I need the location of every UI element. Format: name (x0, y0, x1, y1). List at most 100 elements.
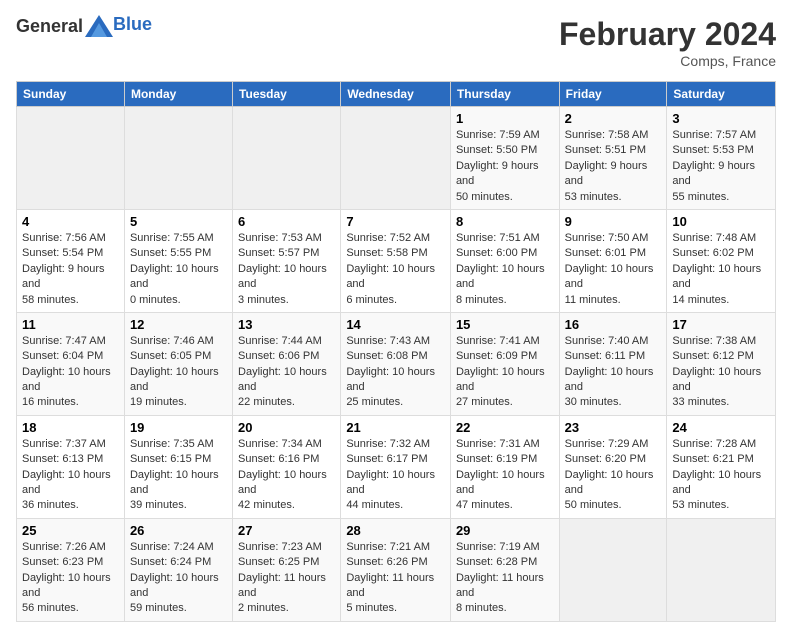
day-number: 13 (238, 317, 335, 332)
day-info: Sunrise: 7:32 AMSunset: 6:17 PMDaylight:… (346, 437, 445, 514)
day-info: Sunrise: 7:46 AMSunset: 6:05 PMDaylight:… (130, 334, 227, 411)
calendar-cell (341, 107, 451, 210)
day-info: Sunrise: 7:52 AMSunset: 5:58 PMDaylight:… (346, 231, 445, 308)
page-subtitle: Comps, France (559, 53, 776, 69)
day-info: Sunrise: 7:19 AMSunset: 6:28 PMDaylight:… (456, 540, 554, 617)
day-info: Sunrise: 7:55 AMSunset: 5:55 PMDaylight:… (130, 231, 227, 308)
day-info: Sunrise: 7:43 AMSunset: 6:08 PMDaylight:… (346, 334, 445, 411)
calendar-week-2: 4Sunrise: 7:56 AMSunset: 5:54 PMDaylight… (17, 209, 776, 312)
day-number: 3 (672, 111, 770, 126)
day-number: 7 (346, 214, 445, 229)
col-header-monday: Monday (124, 82, 232, 107)
day-info: Sunrise: 7:35 AMSunset: 6:15 PMDaylight:… (130, 437, 227, 514)
calendar-cell: 2 Sunrise: 7:58 AMSunset: 5:51 PMDaylight… (559, 107, 667, 210)
calendar-table: SundayMondayTuesdayWednesdayThursdayFrid… (16, 81, 776, 622)
calendar-cell (233, 107, 341, 210)
col-header-tuesday: Tuesday (233, 82, 341, 107)
day-info: Sunrise: 7:44 AMSunset: 6:06 PMDaylight:… (238, 334, 335, 411)
day-number: 24 (672, 420, 770, 435)
day-info: Sunrise: 7:51 AMSunset: 6:00 PMDaylight:… (456, 231, 554, 308)
logo-blue: Blue (113, 14, 152, 35)
col-header-wednesday: Wednesday (341, 82, 451, 107)
calendar-cell: 11 Sunrise: 7:47 AMSunset: 6:04 PMDayligh… (17, 312, 125, 415)
calendar-cell (124, 107, 232, 210)
calendar-week-4: 18Sunrise: 7:37 AMSunset: 6:13 PMDayligh… (17, 415, 776, 518)
day-number: 14 (346, 317, 445, 332)
calendar-cell: 9 Sunrise: 7:50 AMSunset: 6:01 PMDaylight… (559, 209, 667, 312)
day-info: Sunrise: 7:23 AMSunset: 6:25 PMDaylight:… (238, 540, 335, 617)
day-number: 1 (456, 111, 554, 126)
day-info: Sunrise: 7:40 AMSunset: 6:11 PMDaylight:… (565, 334, 662, 411)
page-header: General Blue February 2024 Comps, France (16, 16, 776, 69)
day-info: Sunrise: 7:48 AMSunset: 6:02 PMDaylight:… (672, 231, 770, 308)
calendar-cell: 16 Sunrise: 7:40 AMSunset: 6:11 PMDayligh… (559, 312, 667, 415)
day-info: Sunrise: 7:58 AMSunset: 5:51 PMDaylight:… (565, 128, 662, 205)
title-block: February 2024 Comps, France (559, 16, 776, 69)
calendar-cell: 21 Sunrise: 7:32 AMSunset: 6:17 PMDayligh… (341, 415, 451, 518)
day-number: 29 (456, 523, 554, 538)
day-info: Sunrise: 7:37 AMSunset: 6:13 PMDaylight:… (22, 437, 119, 514)
day-number: 27 (238, 523, 335, 538)
page-title: February 2024 (559, 16, 776, 53)
calendar-cell: 17Sunrise: 7:38 AMSunset: 6:12 PMDayligh… (667, 312, 776, 415)
day-number: 17 (672, 317, 770, 332)
calendar-cell: 10 Sunrise: 7:48 AMSunset: 6:02 PMDayligh… (667, 209, 776, 312)
calendar-body: 1 Sunrise: 7:59 AMSunset: 5:50 PMDaylight… (17, 107, 776, 622)
logo-general: General (16, 16, 83, 37)
day-number: 28 (346, 523, 445, 538)
day-number: 20 (238, 420, 335, 435)
calendar-cell: 29 Sunrise: 7:19 AMSunset: 6:28 PMDayligh… (450, 518, 559, 621)
calendar-cell: 4Sunrise: 7:56 AMSunset: 5:54 PMDaylight… (17, 209, 125, 312)
day-info: Sunrise: 7:50 AMSunset: 6:01 PMDaylight:… (565, 231, 662, 308)
day-number: 6 (238, 214, 335, 229)
calendar-cell: 25 Sunrise: 7:26 AMSunset: 6:23 PMDayligh… (17, 518, 125, 621)
calendar-cell: 20Sunrise: 7:34 AMSunset: 6:16 PMDayligh… (233, 415, 341, 518)
col-header-sunday: Sunday (17, 82, 125, 107)
day-number: 5 (130, 214, 227, 229)
day-info: Sunrise: 7:26 AMSunset: 6:23 PMDaylight:… (22, 540, 119, 617)
calendar-cell: 5 Sunrise: 7:55 AMSunset: 5:55 PMDaylight… (124, 209, 232, 312)
calendar-week-1: 1 Sunrise: 7:59 AMSunset: 5:50 PMDaylight… (17, 107, 776, 210)
calendar-header-row: SundayMondayTuesdayWednesdayThursdayFrid… (17, 82, 776, 107)
logo: General Blue (16, 16, 152, 37)
day-number: 15 (456, 317, 554, 332)
day-info: Sunrise: 7:59 AMSunset: 5:50 PMDaylight:… (456, 128, 554, 205)
day-number: 9 (565, 214, 662, 229)
day-info: Sunrise: 7:31 AMSunset: 6:19 PMDaylight:… (456, 437, 554, 514)
calendar-cell: 19 Sunrise: 7:35 AMSunset: 6:15 PMDayligh… (124, 415, 232, 518)
col-header-saturday: Saturday (667, 82, 776, 107)
day-info: Sunrise: 7:56 AMSunset: 5:54 PMDaylight:… (22, 231, 119, 308)
col-header-friday: Friday (559, 82, 667, 107)
day-info: Sunrise: 7:53 AMSunset: 5:57 PMDaylight:… (238, 231, 335, 308)
calendar-cell: 26 Sunrise: 7:24 AMSunset: 6:24 PMDayligh… (124, 518, 232, 621)
calendar-cell: 12Sunrise: 7:46 AMSunset: 6:05 PMDayligh… (124, 312, 232, 415)
calendar-cell: 18Sunrise: 7:37 AMSunset: 6:13 PMDayligh… (17, 415, 125, 518)
day-number: 10 (672, 214, 770, 229)
calendar-cell: 3 Sunrise: 7:57 AMSunset: 5:53 PMDaylight… (667, 107, 776, 210)
day-info: Sunrise: 7:24 AMSunset: 6:24 PMDaylight:… (130, 540, 227, 617)
calendar-cell (559, 518, 667, 621)
day-number: 23 (565, 420, 662, 435)
day-number: 26 (130, 523, 227, 538)
day-number: 19 (130, 420, 227, 435)
calendar-cell: 27 Sunrise: 7:23 AMSunset: 6:25 PMDayligh… (233, 518, 341, 621)
day-number: 2 (565, 111, 662, 126)
calendar-cell: 28 Sunrise: 7:21 AMSunset: 6:26 PMDayligh… (341, 518, 451, 621)
calendar-cell: 22 Sunrise: 7:31 AMSunset: 6:19 PMDayligh… (450, 415, 559, 518)
day-info: Sunrise: 7:28 AMSunset: 6:21 PMDaylight:… (672, 437, 770, 514)
day-number: 22 (456, 420, 554, 435)
logo-icon (85, 15, 113, 37)
day-number: 21 (346, 420, 445, 435)
day-info: Sunrise: 7:21 AMSunset: 6:26 PMDaylight:… (346, 540, 445, 617)
calendar-cell: 23Sunrise: 7:29 AMSunset: 6:20 PMDayligh… (559, 415, 667, 518)
col-header-thursday: Thursday (450, 82, 559, 107)
calendar-cell: 15Sunrise: 7:41 AMSunset: 6:09 PMDayligh… (450, 312, 559, 415)
day-number: 11 (22, 317, 119, 332)
day-number: 25 (22, 523, 119, 538)
day-info: Sunrise: 7:47 AMSunset: 6:04 PMDaylight:… (22, 334, 119, 411)
day-number: 8 (456, 214, 554, 229)
day-number: 16 (565, 317, 662, 332)
day-info: Sunrise: 7:57 AMSunset: 5:53 PMDaylight:… (672, 128, 770, 205)
calendar-cell (17, 107, 125, 210)
calendar-week-3: 11 Sunrise: 7:47 AMSunset: 6:04 PMDayligh… (17, 312, 776, 415)
